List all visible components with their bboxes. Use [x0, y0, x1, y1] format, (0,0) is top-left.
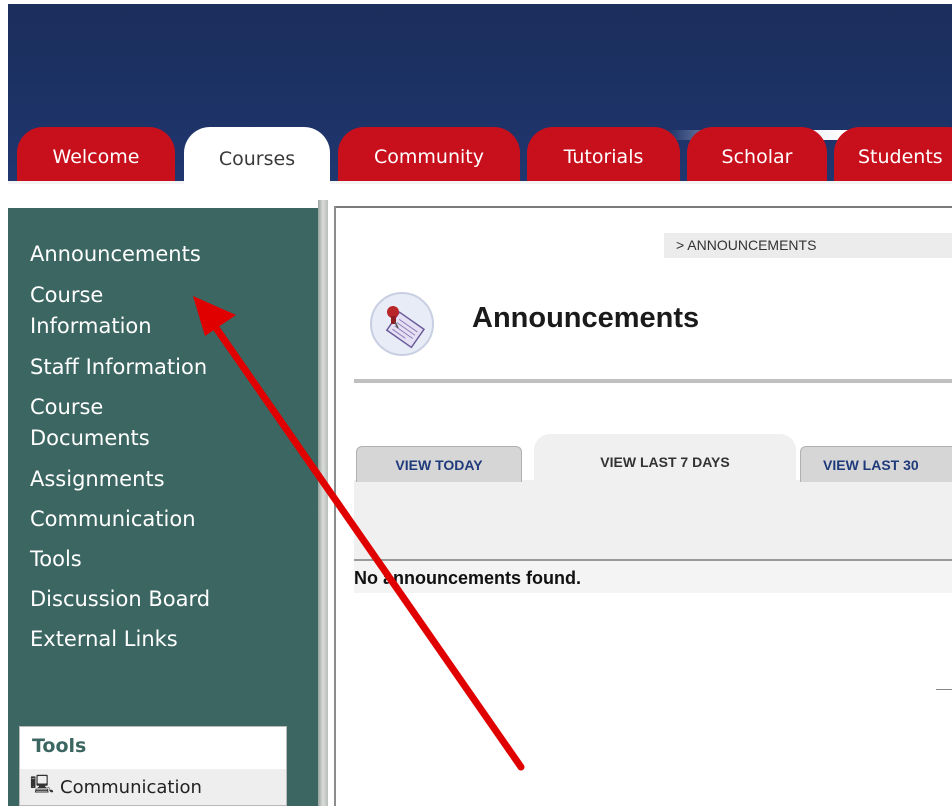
course-menu-divider	[318, 200, 328, 806]
nav-tools[interactable]: Tools	[30, 544, 82, 575]
nav-announcements[interactable]: Announcements	[30, 239, 201, 270]
announcement-pushpin-icon	[370, 292, 434, 356]
tab-courses[interactable]: Courses	[184, 127, 330, 185]
tab-tutorials[interactable]: Tutorials	[527, 127, 680, 181]
nav-staff-information[interactable]: Staff Information	[30, 352, 207, 383]
nav-assignments[interactable]: Assignments	[30, 464, 165, 495]
nav-external-links[interactable]: External Links	[30, 624, 178, 655]
content-frame-left	[334, 206, 336, 806]
nav-course-information-line2[interactable]: Information	[30, 311, 152, 342]
breadcrumb: > ANNOUNCEMENTS	[664, 233, 952, 258]
tab-strip-base	[8, 181, 952, 184]
tab-view-today[interactable]: VIEW TODAY	[356, 446, 522, 482]
tab-students[interactable]: Students	[834, 127, 952, 181]
nav-course-documents-line2[interactable]: Documents	[30, 423, 150, 454]
nav-discussion-board[interactable]: Discussion Board	[30, 584, 210, 615]
nav-communication[interactable]: Communication	[30, 504, 196, 535]
tab-view-last-7-days[interactable]: VIEW LAST 7 DAYS	[534, 434, 796, 480]
nav-course-information-line1[interactable]: Course	[30, 280, 103, 311]
nav-course-documents-line1[interactable]: Course	[30, 392, 103, 423]
tab-welcome[interactable]: Welcome	[17, 127, 175, 181]
computer-icon: 🖳	[30, 774, 55, 795]
tools-communication-link[interactable]: 🖳 Communication	[20, 769, 286, 805]
page-title: Announcements	[472, 302, 700, 334]
tab-scholar[interactable]: Scholar	[687, 127, 827, 181]
tools-panel: Tools 🖳 Communication	[19, 726, 287, 806]
tab-view-last-30[interactable]: VIEW LAST 30	[800, 446, 952, 482]
content-dash	[936, 689, 952, 690]
content-frame-top	[334, 206, 952, 208]
tools-communication-label: Communication	[60, 776, 202, 798]
tools-panel-title: Tools	[32, 735, 87, 757]
empty-message: No announcements found.	[354, 568, 581, 588]
tab-community[interactable]: Community	[338, 127, 520, 181]
view-tabs-panel	[354, 480, 952, 560]
title-divider	[354, 379, 952, 383]
